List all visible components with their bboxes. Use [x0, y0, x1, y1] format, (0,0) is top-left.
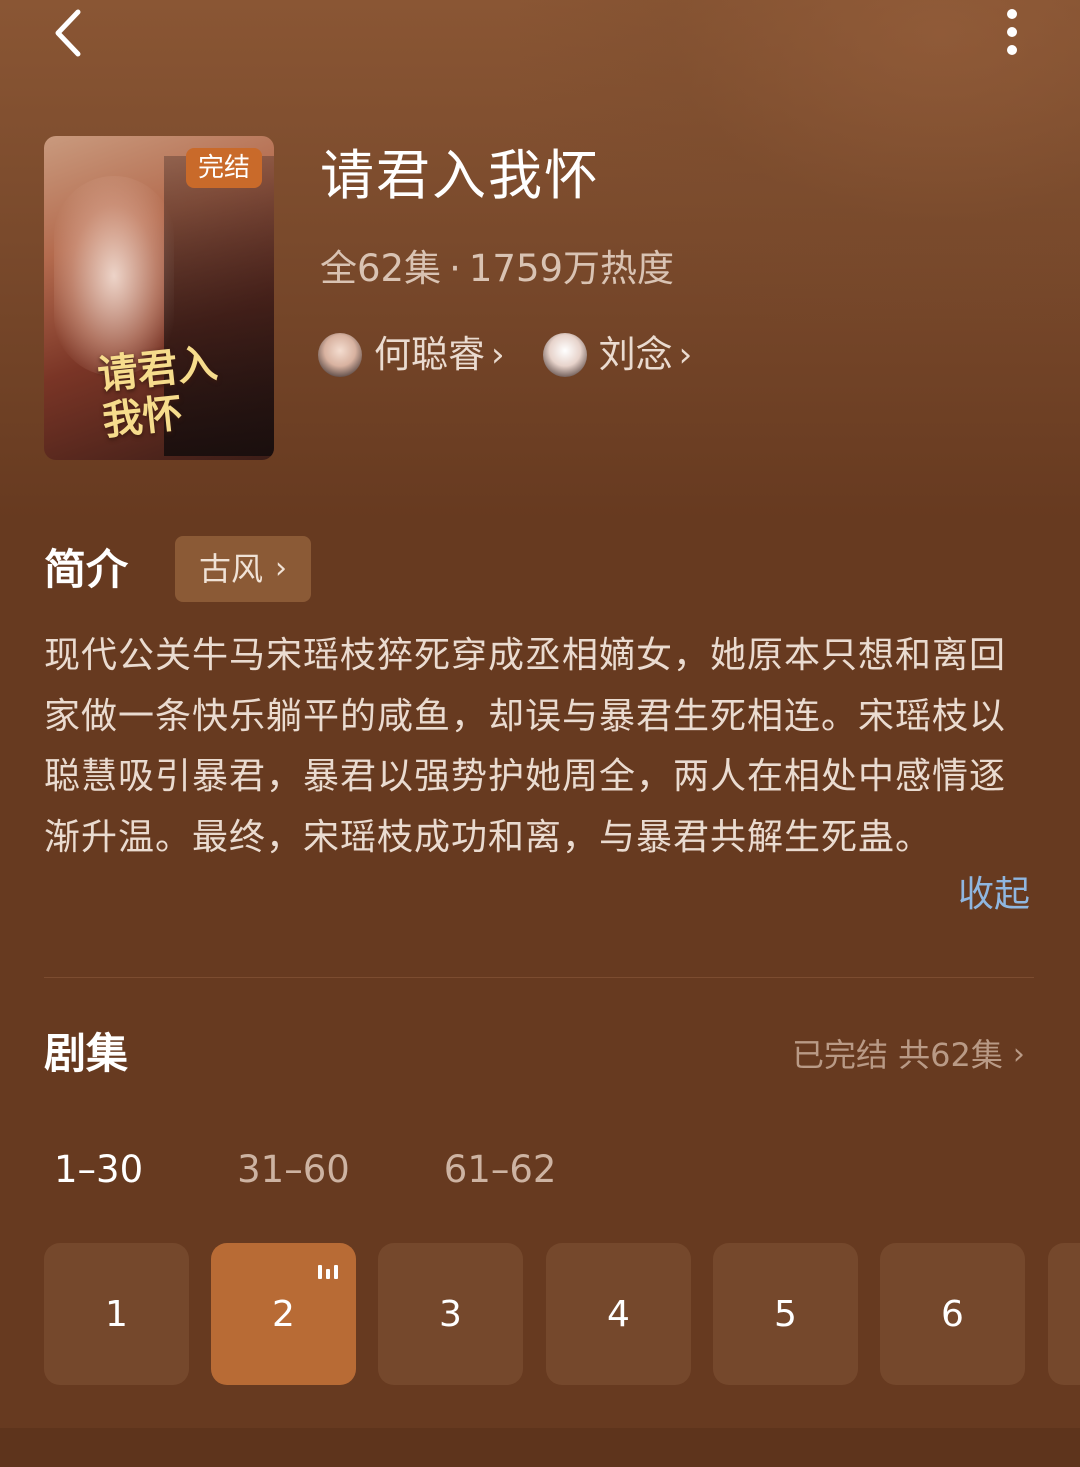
collapse-link[interactable]: 收起 — [958, 868, 1030, 922]
episode-number: 3 — [439, 1293, 462, 1335]
episode-number: 6 — [941, 1293, 964, 1335]
episode-button[interactable]: 4 — [546, 1243, 691, 1385]
cast-name: 刘念 — [598, 333, 673, 376]
poster-image[interactable]: 请君入我怀 完结 — [44, 136, 274, 460]
episode-range-tabs: 1–30 31–60 61–62 — [54, 1144, 650, 1196]
avatar — [318, 333, 362, 377]
divider — [44, 977, 1034, 978]
chevron-right-icon: › — [678, 335, 693, 375]
cast-item[interactable]: 何聪睿 › — [318, 330, 505, 380]
cast-list: 何聪睿 › 刘念 › — [318, 330, 730, 380]
range-tab[interactable]: 31–60 — [237, 1144, 350, 1196]
more-options-button[interactable] — [990, 2, 1034, 62]
cast-item[interactable]: 刘念 › — [542, 330, 693, 380]
episode-button[interactable]: 5 — [713, 1243, 858, 1385]
completed-badge: 完结 — [185, 148, 262, 188]
synopsis-text: 现代公关牛马宋瑶枝猝死穿成丞相嫡女，她原本只想和离回家做一条快乐躺平的咸鱼，却误… — [44, 635, 1007, 858]
avatar — [542, 333, 587, 377]
intro-heading: 简介 — [44, 545, 129, 594]
episode-number: 4 — [607, 1293, 630, 1335]
genre-tag-label: 古风 — [199, 550, 264, 588]
episode-list: 1 2 3 4 5 6 — [44, 1243, 1080, 1385]
episodes-heading: 剧集 — [44, 1029, 129, 1078]
chevron-right-icon: › — [275, 551, 288, 586]
chevron-left-icon — [55, 9, 81, 57]
chevron-right-icon: › — [491, 335, 505, 375]
poster-title-art: 请君入我怀 — [95, 339, 220, 445]
now-playing-icon — [318, 1265, 338, 1279]
genre-tag[interactable]: 古风 › — [175, 536, 312, 602]
episode-button-playing[interactable]: 2 — [211, 1243, 356, 1385]
more-dot — [1007, 27, 1017, 37]
episode-button[interactable]: 1 — [44, 1243, 189, 1385]
episodes-status-link[interactable]: 已完结 共62集 › — [792, 1032, 1025, 1078]
chevron-right-icon: › — [1012, 1037, 1025, 1072]
back-button[interactable] — [40, 2, 100, 62]
episode-number: 5 — [774, 1293, 797, 1335]
cast-name: 何聪睿 — [374, 333, 485, 376]
episode-button[interactable]: 3 — [378, 1243, 523, 1385]
more-vertical-icon — [1007, 9, 1017, 19]
episodes-status: 已完结 共62集 — [792, 1036, 1003, 1074]
range-tab[interactable]: 61–62 — [444, 1144, 557, 1196]
popularity: 1759万热度 — [468, 247, 675, 290]
episode-number: 1 — [105, 1293, 128, 1335]
drama-title: 请君入我怀 — [320, 144, 600, 207]
more-dot — [1007, 45, 1017, 55]
episode-button[interactable]: 6 — [880, 1243, 1025, 1385]
episode-count: 全62集 — [320, 247, 442, 290]
drama-meta: 全62集 · 1759万热度 — [320, 244, 674, 294]
bottom-strip — [0, 1428, 1080, 1467]
episode-button-partial[interactable] — [1048, 1243, 1080, 1385]
meta-separator: · — [449, 247, 461, 290]
episode-number: 2 — [272, 1293, 295, 1335]
range-tab[interactable]: 1–30 — [54, 1144, 143, 1196]
